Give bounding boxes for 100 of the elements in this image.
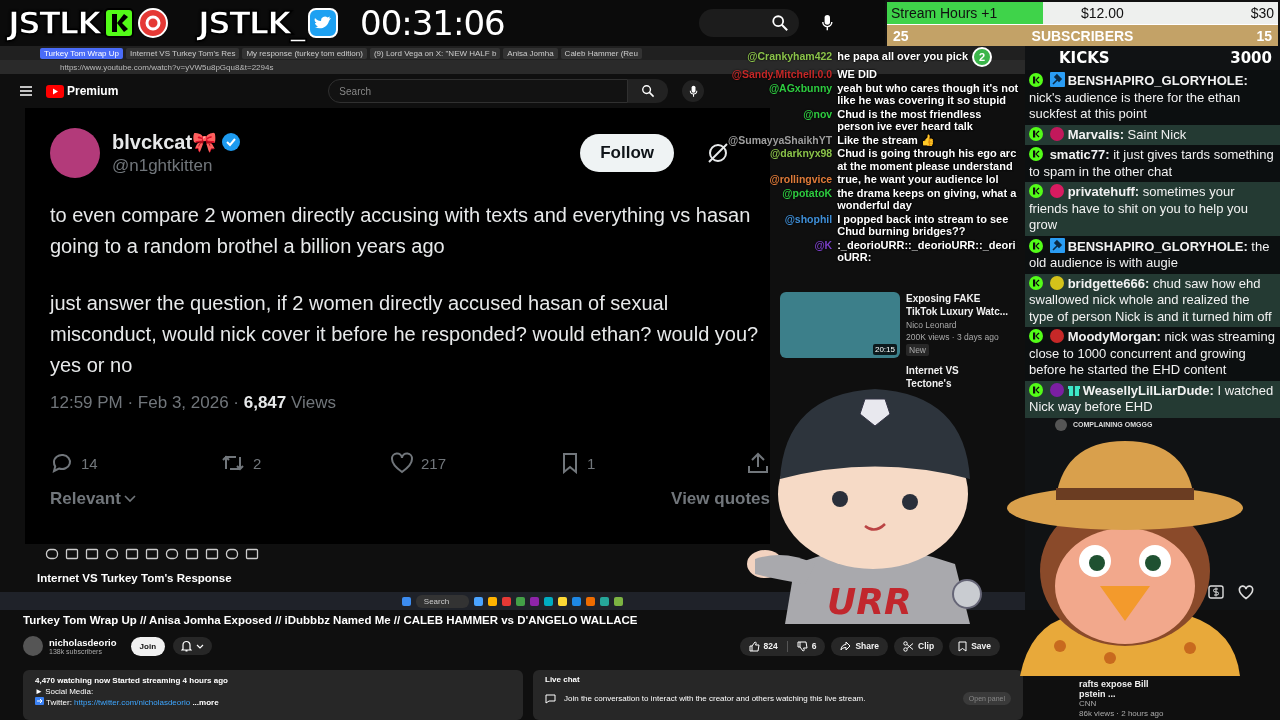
save-button[interactable]: Save: [949, 636, 1000, 656]
chat-count: 3000: [1230, 49, 1272, 67]
bookmark-icon: [958, 640, 968, 652]
channel-name: CNN: [1079, 699, 1098, 709]
chat-title: KICKS: [1059, 49, 1110, 67]
record-icon: [137, 8, 168, 38]
comment-icon[interactable]: [50, 452, 74, 474]
player-control-icon[interactable]: [105, 548, 119, 560]
kick-badge-icon: [1029, 238, 1043, 253]
player-control-icon[interactable]: [225, 548, 239, 560]
chat-message: smatic77: it just gives tards something to spam in the other chat: [1025, 145, 1280, 182]
search-icon[interactable]: [771, 14, 789, 32]
chat-message: WE DID: [837, 68, 877, 81]
live-chat-prompt: Join the conversation to interact with the creator and others watching this live stream.: [564, 694, 866, 703]
search-icon[interactable]: [641, 84, 656, 98]
view-quotes-link[interactable]: View quotes: [671, 489, 770, 509]
chat-username: @AGxbunny: [767, 81, 833, 96]
chat-message: the drama keeps on giving, what a wonderful day: [837, 186, 1018, 212]
player-control-icon[interactable]: [245, 548, 259, 560]
share-button[interactable]: Share: [831, 636, 889, 656]
browser-tab[interactable]: Anisa Jomha: [503, 47, 558, 59]
user-handle: @n1ghtkitten: [112, 156, 214, 176]
chat-message: Like the stream 👍: [837, 133, 935, 146]
video-title[interactable]: Internet VS Tectone's: [906, 364, 1006, 390]
browser-tab[interactable]: (9) Lord Vega on X: "NEW HALF b: [369, 47, 501, 59]
start-icon[interactable]: [401, 596, 411, 606]
kick-badge-icon: [1029, 329, 1043, 343]
chat-message: MoodyMorgan: nick was streaming close to 1000 concurrent and growing before he started the EHD content: [1025, 327, 1280, 381]
like-button[interactable]: 824: [739, 636, 787, 656]
browser-tab[interactable]: My response (turkey tom edition): [242, 47, 367, 59]
chat-username: @Sandy.Mitchell.0.0: [730, 68, 833, 81]
player-control-icon[interactable]: [165, 548, 179, 560]
chat-username: @SumayyaShaikhYT: [728, 133, 833, 146]
twitter-link[interactable]: https://twitter.com/nicholasdeorio: [74, 698, 191, 707]
follow-button[interactable]: Follow: [580, 134, 674, 172]
bell-icon: [181, 640, 193, 653]
goal-amount: $12.00: [1081, 5, 1124, 21]
video-title[interactable]: Exposing FAKE TikTok Luxury Watc...: [906, 292, 1011, 318]
channel-logo: JSTLK: [8, 4, 100, 42]
sort-dropdown[interactable]: Relevant: [50, 489, 136, 509]
video-meta: 200K views · 3 days ago: [906, 332, 1000, 342]
dollar-icon[interactable]: [1208, 585, 1224, 599]
goal-target: $30: [1250, 5, 1275, 21]
bird-icon: [307, 8, 338, 38]
arrow-icon: [35, 697, 44, 705]
player-control-icon[interactable]: [145, 548, 159, 560]
player-control-icon[interactable]: [85, 548, 99, 560]
moderator-icon: [1049, 237, 1065, 253]
action-count: 2: [253, 454, 262, 472]
live-chat-title: Live chat: [545, 675, 581, 684]
kick-badge-icon: [1029, 275, 1043, 290]
goal-label: Stream Hours +1: [890, 5, 999, 21]
channel-avatar[interactable]: [23, 636, 43, 657]
video-duration: 20:15: [872, 344, 897, 355]
video-meta: 86k views · 2 hours ago: [1079, 709, 1164, 719]
channel-logo: JSTLK_: [197, 4, 304, 42]
player-control-icon[interactable]: [45, 548, 59, 560]
menu-icon[interactable]: [20, 86, 32, 96]
shirt-lettering: URR: [827, 581, 912, 622]
microphone-icon[interactable]: [820, 14, 834, 32]
player-control-icon[interactable]: [125, 548, 139, 560]
kick-logo-icon: [103, 8, 134, 38]
kick-badge-icon: [1029, 126, 1043, 141]
chat-message: he papa all over you pick: [837, 50, 969, 63]
chat-message: :_deorioURR::_deorioURR::_deorioURR:: [837, 238, 1017, 264]
player-control-icon[interactable]: [185, 548, 199, 560]
search-bar[interactable]: [699, 9, 799, 37]
dislike-button[interactable]: 6: [787, 636, 826, 656]
chat-message: WeasellyLilLiarDude: I watched Nick way before EHD: [1025, 380, 1280, 418]
taskbar-search[interactable]: Search: [415, 594, 470, 608]
channel-name: Nico Leonard: [906, 320, 958, 330]
slashed-circle-icon[interactable]: [706, 141, 730, 165]
description-text: ► Social Media:: [35, 686, 95, 697]
channel-name[interactable]: nicholasdeorio: [49, 637, 117, 649]
player-control-icon[interactable]: [65, 548, 79, 560]
chat-username: @potatoK: [781, 186, 833, 201]
notification-button[interactable]: [173, 637, 213, 656]
more-link[interactable]: ...more: [192, 698, 219, 707]
scissors-icon: [903, 640, 915, 652]
chat-message: I popped back into stream to see Chud burning bridges??: [837, 212, 1010, 238]
caret-icon: [196, 643, 205, 649]
video-title[interactable]: rafts expose Bill pstein ...: [1079, 679, 1164, 699]
brand-name: Premium: [67, 84, 119, 98]
chat-username: @nov: [802, 107, 833, 122]
action-count: 1: [587, 454, 596, 472]
join-button[interactable]: Join: [130, 636, 166, 656]
player-control-icon[interactable]: [205, 548, 219, 560]
address-bar[interactable]: https://www.youtube.com/watch?v=yVW5u8pGqu8&t=2294s: [60, 62, 274, 72]
share-icon[interactable]: [746, 451, 770, 475]
video-thumbnail[interactable]: 20:15: [780, 292, 900, 358]
browser-tab[interactable]: Internet VS Turkey Tom's Res: [126, 47, 240, 59]
microphone-icon[interactable]: [688, 84, 698, 98]
action-count: 217: [421, 454, 447, 472]
browser-tab[interactable]: Turkey Tom Wrap Up: [40, 47, 123, 59]
browser-tab[interactable]: Caleb Hammer (Reu: [560, 47, 642, 59]
stream-timer: 00:31:06: [360, 3, 505, 43]
bookmark-icon[interactable]: [560, 452, 580, 474]
goal-label: SUBSCRIBERS: [1030, 28, 1135, 44]
search-field[interactable]: Search: [328, 79, 629, 103]
clip-button[interactable]: Clip: [894, 636, 944, 656]
